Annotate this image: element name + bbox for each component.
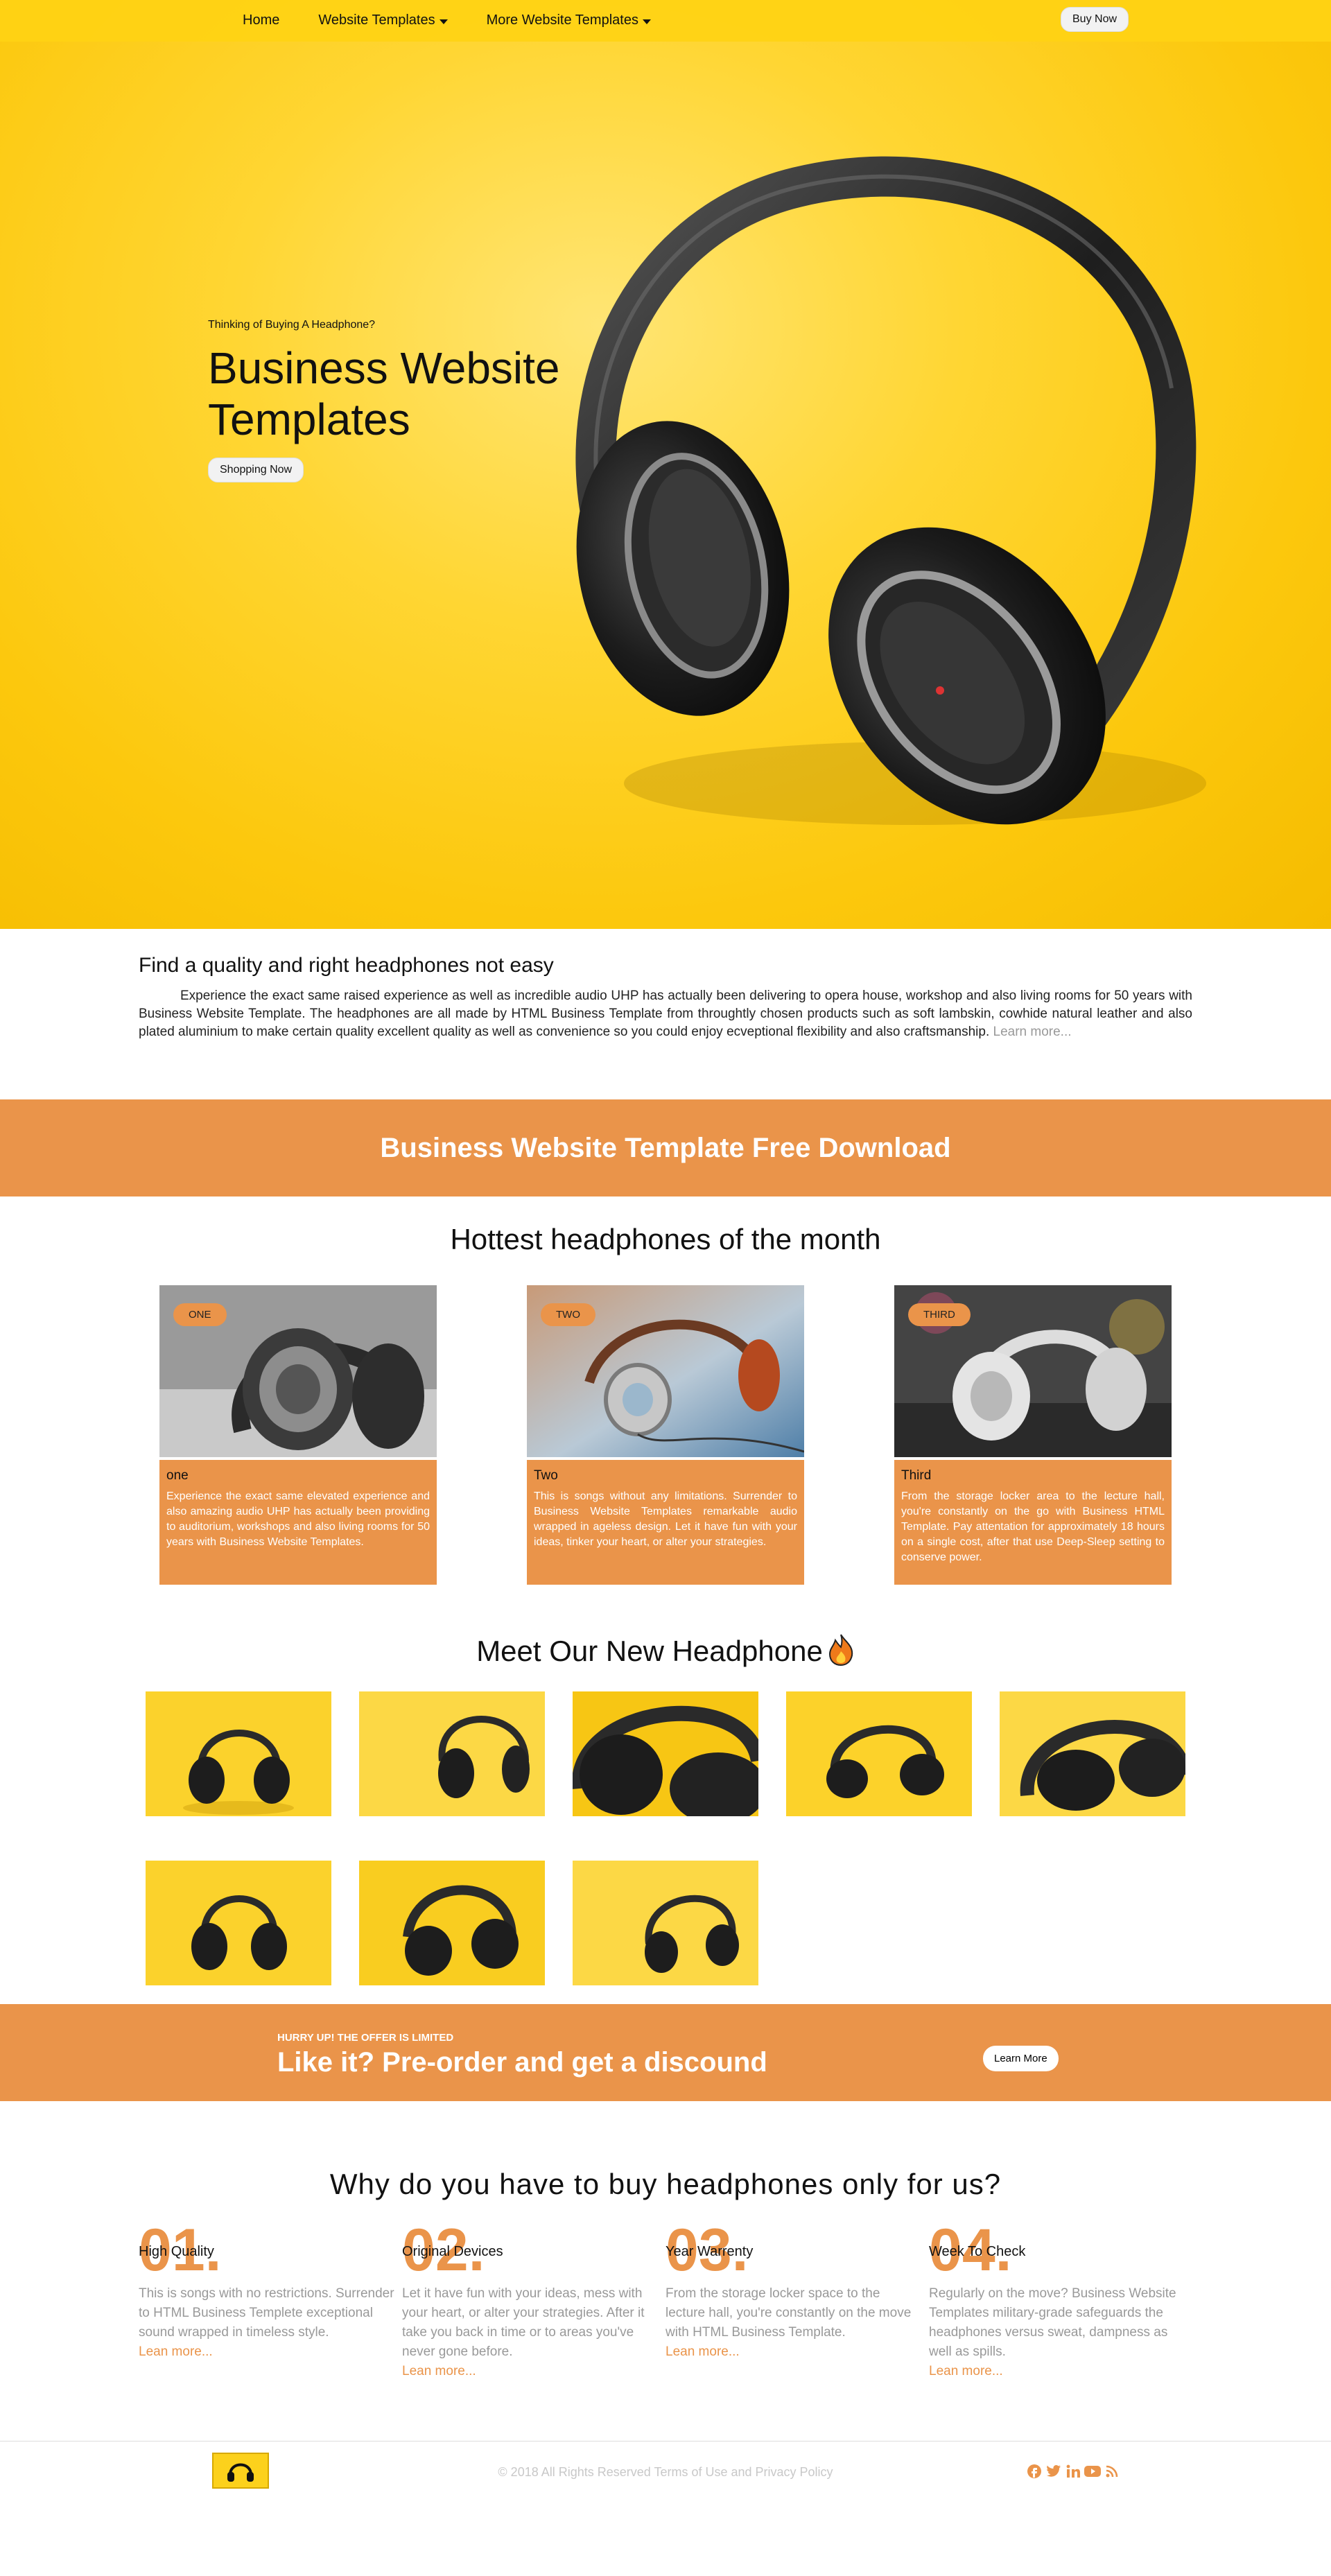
card-text-third: From the storage locker area to the lect… (901, 1490, 1165, 1563)
meet-title: Meet Our New Headphone (476, 1635, 823, 1668)
nav-home-link[interactable]: Home (243, 12, 279, 28)
card-text-one: Experience the exact same elevated exper… (166, 1490, 430, 1548)
card-title-third: Third (901, 1468, 932, 1483)
shopping-now-button[interactable]: Shopping Now (208, 458, 304, 482)
product-card-third[interactable]: THIRD Third From the storage locker area… (894, 1285, 1172, 1585)
caret-down-icon (439, 19, 448, 24)
feature-title: Week To Check (929, 2244, 1026, 2259)
hero-kicker: Thinking of Buying A Headphone? (208, 319, 376, 331)
feature-title: Year Warrenty (666, 2244, 754, 2259)
why-section: Why do you have to buy headphones only f… (0, 2101, 1331, 2441)
hottest-title: Hottest headphones of the month (450, 1223, 881, 1255)
top-navbar: Home Website Templates More Website Temp… (0, 0, 1331, 42)
gallery-thumb[interactable] (573, 1861, 758, 1985)
hero-headphone-image (575, 156, 1206, 825)
meet-section: Meet Our New Headphone (0, 1605, 1331, 2004)
product-image-third: THIRD (894, 1285, 1172, 1457)
card-title-two: Two (534, 1468, 558, 1483)
nav-website-templates-label: Website Templates (318, 12, 435, 28)
feature-description: From the storage locker space to the lec… (666, 2286, 912, 2340)
gallery-thumb[interactable] (786, 1691, 972, 1816)
nav-home-label: Home (243, 12, 280, 28)
free-download-text: Business Website Template Free Download (380, 1132, 951, 1163)
rss-icon[interactable] (1104, 2464, 1120, 2479)
feature-learn-more-link[interactable]: Lean more... (929, 2364, 1003, 2378)
feature-description: This is songs with no restrictions. Surr… (139, 2286, 394, 2340)
feature-year-warranty: 03. Year Warrenty From the storage locke… (666, 2220, 929, 2381)
product-card-one[interactable]: ONE one Experience the exact same elevat… (159, 1285, 437, 1585)
social-links (1026, 2464, 1120, 2479)
headphone-gallery (146, 1691, 1185, 1985)
feature-high-quality: 01. High Quality This is songs with no r… (139, 2220, 402, 2381)
youtube-icon[interactable] (1084, 2464, 1101, 2479)
nav-website-templates-dropdown[interactable]: Website Templates (318, 12, 448, 28)
nav-more-templates-dropdown[interactable]: More Website Templates (487, 12, 651, 28)
feature-text: This is songs with no restrictions. Surr… (139, 2284, 395, 2362)
feature-text: From the storage locker space to the lec… (666, 2284, 922, 2362)
gallery-thumb[interactable] (359, 1861, 545, 1985)
card-text-two: This is songs without any limitations. S… (534, 1490, 797, 1548)
why-title: Why do you have to buy headphones only f… (329, 2168, 1002, 2200)
feature-week-to-check: 04. Week To Check Regularly on the move?… (929, 2220, 1192, 2381)
features-row: 01. High Quality This is songs with no r… (139, 2220, 1192, 2381)
feature-description: Regularly on the move? Business Website … (929, 2286, 1176, 2359)
feature-learn-more-link[interactable]: Lean more... (666, 2344, 740, 2359)
nav-links: Home Website Templates More Website Temp… (243, 12, 651, 28)
product-image-one: ONE (159, 1285, 437, 1457)
hero-title: Business Website Templates (208, 343, 560, 444)
footer: © 2018 All Rights Reserved Terms of Use … (0, 2441, 1331, 2500)
hero-text-block: Thinking of Buying A Headphone? Business… (208, 319, 596, 482)
product-cards: ONE one Experience the exact same elevat… (159, 1285, 1172, 1585)
learn-more-button[interactable]: Learn More (983, 2046, 1059, 2071)
card-title-one: one (166, 1468, 189, 1483)
feature-original-devices: 02. Original Devices Let it have fun wit… (402, 2220, 666, 2381)
meet-title-row: Meet Our New Headphone (0, 1605, 1331, 1673)
copyright-text: © 2018 All Rights Reserved Terms of Use … (498, 2465, 833, 2479)
feature-title: Original Devices (402, 2244, 503, 2259)
fire-icon (827, 1633, 855, 1673)
facebook-icon[interactable] (1026, 2464, 1043, 2479)
preorder-kicker: HURRY UP! THE OFFER IS LIMITED (277, 2032, 454, 2044)
card-body-two: Two This is songs without any limitation… (527, 1460, 804, 1585)
product-image-two: TWO (527, 1285, 804, 1457)
twitter-icon[interactable] (1045, 2464, 1062, 2479)
preorder-banner: HURRY UP! THE OFFER IS LIMITED Like it? … (0, 2004, 1331, 2101)
gallery-thumb[interactable] (359, 1691, 545, 1816)
card-badge-one: ONE (173, 1303, 227, 1326)
card-body-third: Third From the storage locker area to th… (894, 1460, 1172, 1585)
caret-down-icon (642, 19, 651, 24)
gallery-thumb[interactable] (146, 1691, 331, 1816)
feature-text: Regularly on the move? Business Website … (929, 2284, 1185, 2381)
intro-paragraph: Experience the exact same raised experie… (139, 987, 1192, 1041)
card-badge-third: THIRD (908, 1303, 971, 1326)
nav-more-templates-label: More Website Templates (486, 12, 638, 28)
feature-description: Let it have fun with your ideas, mess wi… (402, 2286, 645, 2359)
feature-title: High Quality (139, 2244, 214, 2259)
preorder-title: Like it? Pre-order and get a discound (277, 2047, 767, 2078)
hottest-section: Hottest headphones of the month ONE one … (0, 1196, 1331, 1605)
intro-heading: Find a quality and right headphones not … (139, 954, 554, 977)
feature-text: Let it have fun with your ideas, mess wi… (402, 2284, 659, 2381)
free-download-banner[interactable]: Business Website Template Free Download (0, 1099, 1331, 1196)
card-badge-two: TWO (541, 1303, 595, 1326)
linkedin-icon[interactable] (1065, 2464, 1081, 2479)
hero-section: Thinking of Buying A Headphone? Business… (0, 0, 1331, 929)
buy-now-button[interactable]: Buy Now (1061, 7, 1129, 32)
product-card-two[interactable]: TWO Two This is songs without any limita… (527, 1285, 804, 1585)
feature-learn-more-link[interactable]: Lean more... (139, 2344, 213, 2359)
gallery-thumb[interactable] (1000, 1691, 1185, 1816)
intro-section: Find a quality and right headphones not … (0, 929, 1331, 1099)
feature-learn-more-link[interactable]: Lean more... (402, 2364, 476, 2378)
gallery-thumb[interactable] (573, 1691, 758, 1816)
card-body-one: one Experience the exact same elevated e… (159, 1460, 437, 1585)
gallery-thumb[interactable] (146, 1861, 331, 1985)
intro-learn-more-link[interactable]: Learn more... (993, 1025, 1072, 1039)
